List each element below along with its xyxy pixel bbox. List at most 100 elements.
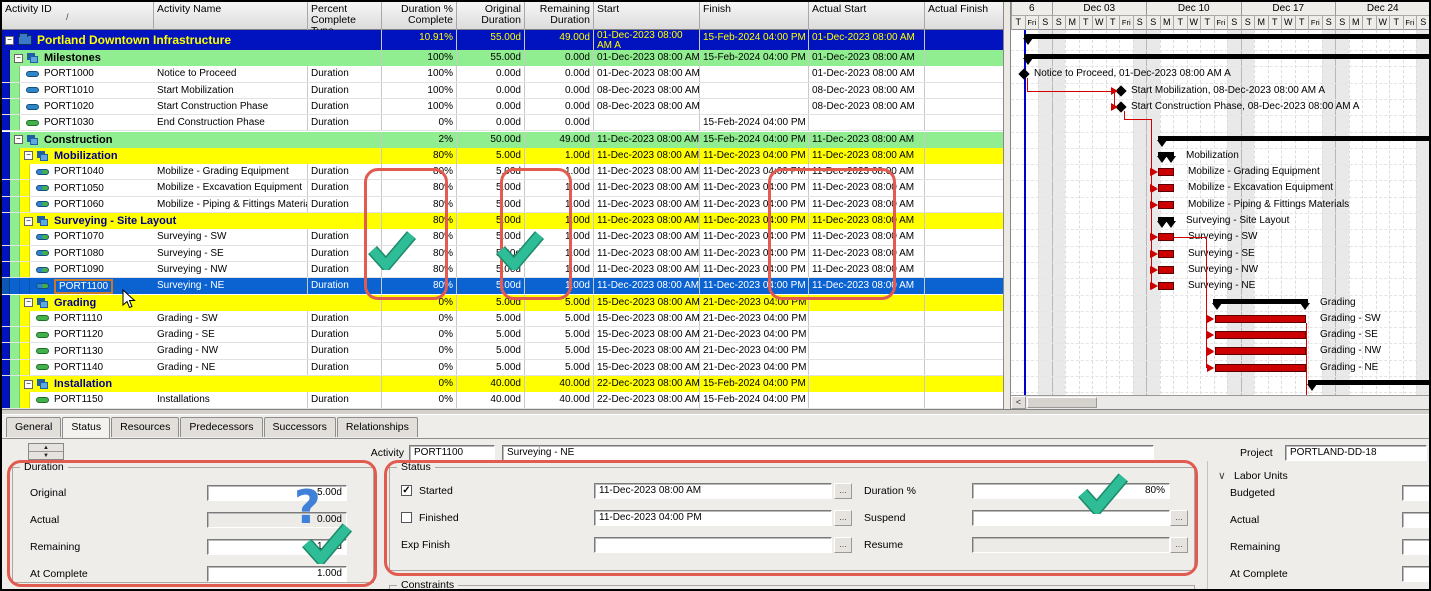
timeline-day[interactable]: W [1187,16,1201,30]
activity-name-field[interactable]: Surveying - NE [502,445,1154,461]
timeline-day[interactable]: Fri [1214,16,1228,30]
timeline-day[interactable]: S [1146,16,1160,30]
table-row-PORT1000[interactable]: PORT1000Notice to ProceedDuration100%0.0… [2,66,1004,82]
column-header[interactable]: Activity ID [2,2,154,30]
scroll-left-icon[interactable]: < [1011,396,1026,409]
timeline-day[interactable]: T [1173,16,1187,30]
tab-status[interactable]: Status [62,417,110,438]
task-bar[interactable] [1158,282,1174,290]
task-bar[interactable] [1158,266,1174,274]
labor-budgeted-field[interactable] [1402,485,1431,501]
column-header[interactable]: Remaining Duration [525,2,594,30]
summary-bar[interactable] [1213,299,1308,304]
table-row-construction[interactable]: −Construction2%50.00d49.00d11-Dec-2023 0… [2,132,1004,148]
table-row-milestones[interactable]: −Milestones100%55.00d0.00d01-Dec-2023 08… [2,50,1004,66]
summary-bar[interactable] [1024,34,1431,39]
task-bar[interactable] [1158,168,1174,176]
timeline-day[interactable]: S [1133,16,1147,30]
timeline-week[interactable]: Dec 17 [1241,2,1336,16]
tab-relationships[interactable]: Relationships [337,417,418,437]
timeline-day[interactable]: W [1376,16,1390,30]
table-row-PORT1010[interactable]: PORT1010Start MobilizationDuration100%0.… [2,83,1004,99]
tab-general[interactable]: General [6,417,61,437]
timeline-day[interactable]: T [1106,16,1120,30]
table-row-PORT1110[interactable]: PORT1110Grading - SWDuration0%5.00d5.00d… [2,311,1004,327]
timeline-day[interactable]: T [1011,16,1025,30]
timeline-day[interactable]: Fri [1403,16,1417,30]
task-bar[interactable] [1158,201,1174,209]
collapse-icon[interactable]: − [24,151,33,160]
collapse-icon[interactable]: − [14,135,23,144]
timeline-week[interactable]: 6 [1011,2,1052,16]
timeline-day[interactable]: S [1335,16,1349,30]
timeline-day[interactable]: Fri [1025,16,1039,30]
labor-at-complete-field[interactable] [1402,566,1431,582]
task-bar[interactable] [1215,315,1306,323]
timeline-day[interactable]: W [1092,16,1106,30]
timeline-day[interactable]: S [1052,16,1066,30]
summary-bar[interactable] [1158,136,1431,141]
column-header[interactable]: Finish [700,2,809,30]
summary-bar[interactable] [1308,380,1431,385]
collapse-icon[interactable]: − [24,380,33,389]
collapse-icon[interactable]: − [14,54,23,63]
tab-successors[interactable]: Successors [264,417,336,437]
step-up-icon[interactable]: ▲ [29,444,63,452]
timeline-day[interactable]: Fri [1119,16,1133,30]
column-header[interactable]: Actual Finish [925,2,1004,30]
activity-stepper[interactable]: ▲▼ [28,443,64,460]
timeline-day[interactable]: S [1241,16,1255,30]
table-row-mobilization[interactable]: −Mobilization80%5.00d1.00d11-Dec-2023 08… [2,148,1004,164]
activity-id-field[interactable]: PORT1100 [409,445,495,461]
column-header[interactable]: Duration % Complete [382,2,457,30]
scrollbar-thumb[interactable] [1027,397,1097,408]
timeline-day[interactable]: T [1389,16,1403,30]
tab-resources[interactable]: Resources [111,417,179,437]
timeline-day[interactable]: M [1160,16,1174,30]
timeline-day[interactable]: T [1200,16,1214,30]
task-bar[interactable] [1158,184,1174,192]
labor-remaining-field[interactable] [1402,539,1431,555]
summary-bar[interactable] [1024,54,1431,59]
table-row-PORT1130[interactable]: PORT1130Grading - NWDuration0%5.00d5.00d… [2,343,1004,359]
task-bar[interactable] [1215,331,1306,339]
labor-actual-field[interactable] [1402,512,1431,528]
table-row-PORT1150[interactable]: PORT1150InstallationsDuration0%40.00d40.… [2,392,1004,408]
table-row-installation[interactable]: −Installation0%40.00d40.00d22-Dec-2023 0… [2,376,1004,392]
timeline-week[interactable]: Dec 10 [1146,2,1241,16]
column-header[interactable]: Percent Complete Type [308,2,382,30]
timeline-day[interactable]: S [1227,16,1241,30]
timeline-day[interactable]: S [1038,16,1052,30]
task-bar[interactable] [1158,233,1174,241]
task-bar[interactable] [1215,364,1306,372]
column-header[interactable]: Start [594,2,700,30]
timeline-day[interactable]: T [1268,16,1282,30]
table-row-PORT1030[interactable]: PORT1030End Construction PhaseDuration0%… [2,115,1004,131]
table-row-PORT1140[interactable]: PORT1140Grading - NEDuration0%5.00d5.00d… [2,360,1004,376]
timeline-day[interactable]: S [1322,16,1336,30]
timeline-day[interactable]: M [1254,16,1268,30]
timeline-day[interactable]: M [1065,16,1079,30]
column-header[interactable]: Activity Name [154,2,308,30]
timeline-day[interactable]: Fri [1308,16,1322,30]
collapse-icon[interactable]: − [5,36,14,45]
tab-predecessors[interactable]: Predecessors [180,417,262,437]
task-bar[interactable] [1158,250,1174,258]
step-down-icon[interactable]: ▼ [29,452,63,460]
timeline-week[interactable]: Dec 24 [1335,2,1430,16]
table-row-portland-downtown-infrastructure[interactable]: −Portland Downtown Infrastructure10.91%5… [2,30,1004,50]
table-row-PORT1020[interactable]: PORT1020Start Construction PhaseDuration… [2,99,1004,115]
timeline-week[interactable]: Dec 03 [1052,2,1147,16]
timeline-day[interactable]: S [1416,16,1430,30]
timeline-day[interactable]: T [1362,16,1376,30]
column-header[interactable]: Actual Start [809,2,925,30]
collapse-icon[interactable]: − [24,217,33,226]
collapse-icon[interactable]: − [24,298,33,307]
gantt-horizontal-scrollbar[interactable]: < [1011,395,1431,409]
project-field[interactable]: PORTLAND-DD-18 [1285,445,1427,461]
chevron-down-icon[interactable]: ∨ [1218,470,1226,482]
timeline-day[interactable]: T [1079,16,1093,30]
column-header[interactable]: Original Duration [457,2,525,30]
timeline-day[interactable]: T [1295,16,1309,30]
table-row-PORT1120[interactable]: PORT1120Grading - SEDuration0%5.00d5.00d… [2,327,1004,343]
